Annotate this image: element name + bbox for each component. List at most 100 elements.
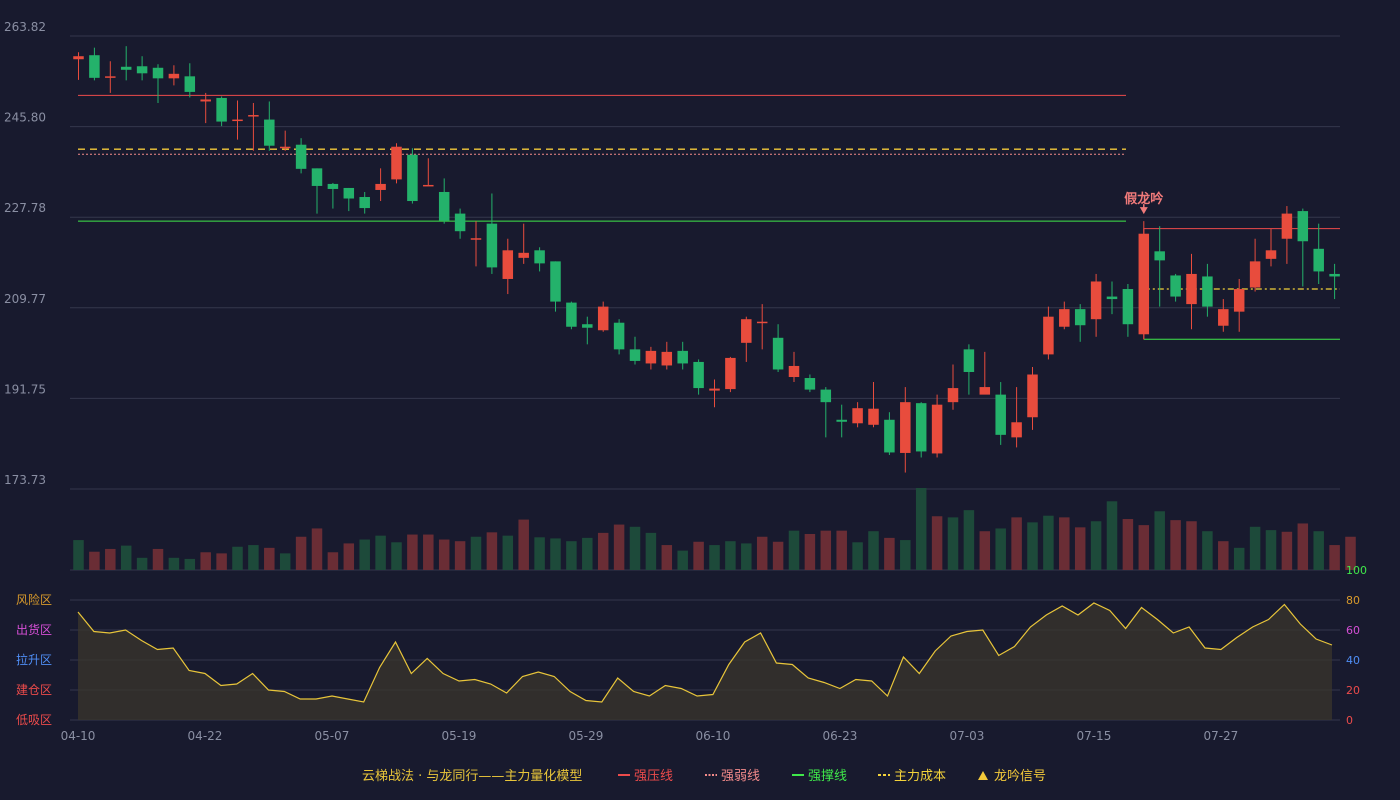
volume-bar	[629, 526, 641, 570]
indicator-tick-label: 40	[1346, 654, 1360, 667]
candle-body	[295, 144, 307, 169]
candle-body	[1074, 309, 1086, 326]
candle-body	[804, 378, 816, 390]
volume-bar	[89, 551, 100, 570]
zone-label: 风险区	[16, 592, 52, 607]
volume-bar	[550, 538, 561, 570]
volume-bar	[1218, 541, 1229, 570]
volume-bar	[868, 531, 879, 570]
candle-body	[1122, 289, 1134, 325]
volume-bar	[645, 532, 657, 570]
date-tick-label: 04-22	[188, 729, 223, 743]
volume-bar	[375, 535, 386, 570]
volume-bar	[168, 557, 180, 570]
candle-body	[963, 349, 975, 372]
candle-body	[1218, 309, 1229, 326]
date-tick-label: 07-27	[1203, 729, 1238, 743]
candle-body	[772, 337, 784, 370]
candle-body	[661, 351, 673, 366]
volume-bar	[470, 536, 482, 570]
date-tick-label: 06-23	[822, 729, 857, 743]
volume-bar	[1313, 531, 1324, 570]
candle-body	[995, 394, 1006, 435]
volume-bar	[804, 533, 816, 570]
volume-bar	[534, 537, 545, 570]
volume-bar	[772, 541, 784, 570]
date-tick-label: 05-07	[315, 729, 350, 743]
volume-bar	[248, 545, 259, 570]
candle-body	[486, 223, 498, 268]
candlestick-chart: 263.82245.80227.78209.77191.75173.73假龙吟1…	[4, 20, 1367, 784]
volume-bar	[884, 537, 895, 570]
candle-body	[884, 419, 895, 453]
legend-item-label: 龙吟信号	[994, 768, 1046, 784]
volume-bar	[518, 519, 529, 570]
volume-bar	[1170, 520, 1181, 570]
candle-body	[1090, 281, 1102, 320]
candle-body	[613, 322, 625, 350]
volume-bar	[661, 545, 673, 570]
volume-bar	[343, 543, 355, 570]
candle-body	[327, 183, 339, 189]
volume-bar	[232, 546, 243, 570]
volume-bar	[1233, 547, 1245, 570]
legend-item-label: 强撑线	[808, 769, 847, 784]
candle-body	[852, 408, 863, 424]
volume-bar	[709, 545, 720, 570]
candle-body	[597, 306, 609, 331]
volume-bar	[1090, 521, 1102, 570]
indicator-tick-label: 100	[1346, 564, 1367, 577]
volume-bar	[613, 524, 625, 570]
volume-bar	[1027, 522, 1038, 570]
volume-layer	[73, 488, 1356, 570]
candles-layer	[73, 46, 1340, 473]
volume-bar	[677, 550, 688, 570]
volume-bar	[264, 547, 275, 570]
price-tick-label: 209.77	[4, 292, 46, 306]
candle-body	[136, 66, 148, 74]
candle-body	[1106, 296, 1118, 300]
candle-body	[120, 66, 132, 70]
candle-body	[423, 184, 434, 187]
volume-bar	[1043, 515, 1054, 570]
volume-bar	[1265, 530, 1277, 570]
indicator-tick-label: 80	[1346, 594, 1360, 607]
legend-item-label: 主力成本	[894, 769, 946, 784]
volume-bar	[295, 536, 307, 570]
volume-bar	[359, 539, 370, 570]
candle-body	[1138, 233, 1150, 335]
volume-bar	[566, 541, 577, 570]
volume-bar	[1281, 531, 1293, 570]
legend-title: 云梯战法 · 与龙同行——主力量化模型	[362, 769, 582, 784]
candle-body	[105, 76, 116, 78]
candle-body	[1329, 273, 1340, 277]
volume-bar	[327, 552, 339, 570]
price-tick-label: 227.78	[4, 201, 46, 215]
volume-bar	[1186, 521, 1197, 570]
candle-body	[89, 55, 100, 78]
volume-bar	[963, 510, 975, 570]
price-tick-label: 173.73	[4, 473, 46, 487]
candle-body	[375, 183, 386, 190]
zone-label: 低吸区	[16, 713, 52, 727]
volume-bar	[1154, 511, 1165, 570]
volume-bar	[931, 516, 943, 570]
candle-body	[709, 388, 720, 391]
price-tick-label: 245.80	[4, 111, 46, 125]
candle-body	[788, 365, 800, 378]
indicator-tick-label: 0	[1346, 714, 1353, 727]
signal-down-arrow-icon	[1139, 207, 1148, 215]
candle-body	[979, 387, 991, 395]
candle-body	[152, 67, 164, 79]
volume-bar	[438, 539, 450, 570]
candle-body	[518, 252, 529, 258]
volume-bar	[136, 557, 148, 570]
candle-body	[725, 357, 736, 390]
volume-bar	[105, 548, 116, 570]
candle-body	[438, 191, 450, 221]
candle-body	[1313, 248, 1324, 272]
date-tick-label: 04-10	[61, 729, 96, 743]
volume-bar	[454, 541, 466, 570]
candle-body	[836, 419, 847, 422]
candle-body	[1027, 374, 1038, 418]
